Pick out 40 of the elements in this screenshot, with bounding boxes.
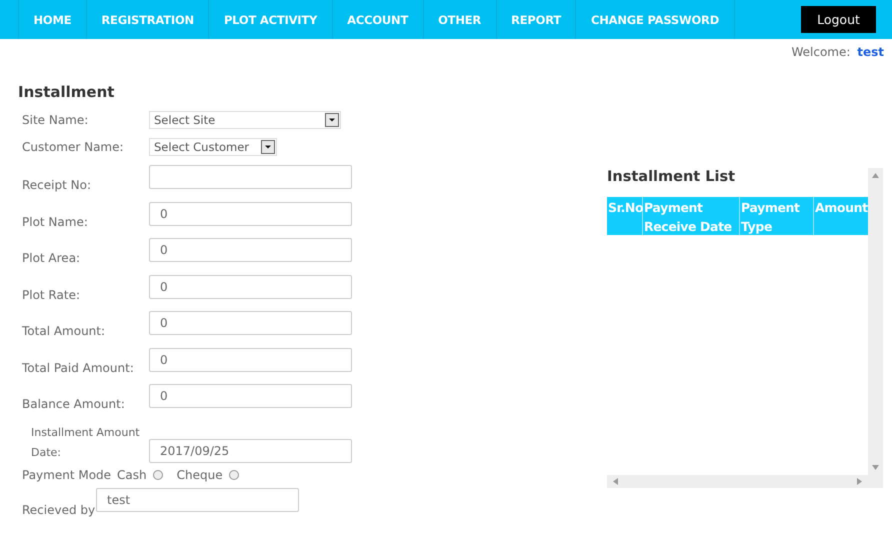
scroll-down-icon[interactable] (872, 465, 879, 470)
logout-button[interactable]: Logout (801, 6, 876, 33)
input-field[interactable]: 0 (149, 384, 352, 408)
column-header: Sr.No (607, 197, 643, 235)
input-field[interactable]: 0 (149, 348, 352, 372)
field-label: Site Name: (21, 112, 90, 127)
radio-label: Cheque (176, 468, 223, 482)
user-link[interactable]: test (857, 45, 884, 59)
radio-label: Cash (117, 468, 147, 482)
field-label: Total Paid Amount: (21, 360, 135, 374)
form-title: Installment (18, 83, 116, 101)
welcome-label: Welcome: (791, 45, 850, 59)
field-label: Recieved by (21, 502, 96, 516)
field-label: Payment Mode (22, 468, 112, 482)
column-header: Payment Receive Date (643, 197, 740, 235)
field-label: Balance Amount: (21, 396, 126, 411)
dropdown[interactable]: Select Site (149, 111, 341, 129)
field-label: Plot Rate: (21, 286, 81, 302)
field-label: Total Amount: (21, 323, 106, 338)
field-label: Customer Name: (21, 139, 125, 154)
field-label: Installment Amount Date: (30, 424, 141, 460)
date-field[interactable]: 2017/09/25 (149, 438, 352, 462)
input-field[interactable]: 0 (149, 238, 352, 262)
field-label: Plot Area: (21, 250, 82, 265)
input-field[interactable]: 0 (149, 274, 352, 298)
input-field[interactable]: test (96, 488, 299, 512)
input-field[interactable]: 0 (149, 202, 352, 226)
input-field[interactable] (149, 165, 352, 189)
radio-button[interactable] (152, 470, 163, 480)
dropdown[interactable]: Select Customer (149, 138, 277, 156)
radio-button[interactable] (228, 470, 239, 480)
scroll-left-icon[interactable] (613, 478, 618, 485)
scroll-up-icon[interactable] (872, 173, 879, 178)
list-title: Installment List (607, 169, 736, 185)
column-header: Payment Type (740, 197, 814, 235)
column-header: Amount (814, 197, 868, 235)
field-label: Plot Name: (21, 214, 89, 228)
field-label: Receipt No: (21, 177, 92, 192)
input-field[interactable]: 0 (149, 311, 352, 335)
scroll-right-icon[interactable] (857, 478, 862, 485)
